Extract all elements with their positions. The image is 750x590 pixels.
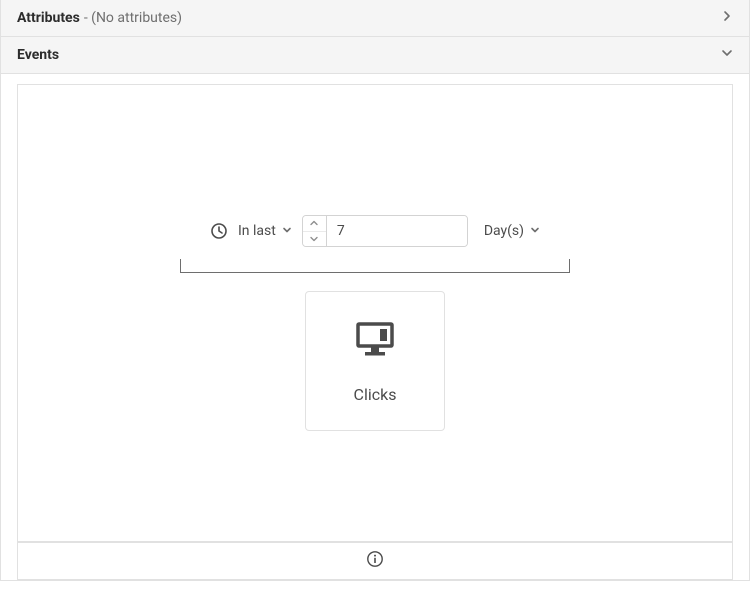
time-unit-dropdown[interactable]: Day(s) [484, 223, 540, 239]
events-title: Events [17, 47, 59, 63]
attributes-panel-header[interactable]: Attributes - (No attributes) [0, 0, 750, 37]
info-bar [17, 542, 733, 580]
stepper-up-button[interactable] [303, 216, 326, 232]
monitor-icon [353, 319, 397, 363]
attributes-title: Attributes [17, 10, 80, 26]
event-card-label: Clicks [354, 385, 397, 404]
chevron-up-icon [310, 220, 318, 226]
chevron-down-icon [310, 236, 318, 242]
stepper-down-button[interactable] [303, 232, 326, 247]
events-panel-header[interactable]: Events [0, 37, 750, 74]
chevron-down-icon [282, 223, 292, 239]
quantity-stepper[interactable]: 7 [302, 215, 468, 247]
time-bracket [180, 259, 570, 273]
time-unit-label: Day(s) [484, 223, 524, 239]
time-range-label: In last [238, 223, 276, 239]
chevron-down-icon [530, 223, 540, 239]
info-icon[interactable] [366, 550, 384, 572]
chevron-right-icon [721, 10, 733, 26]
time-range-dropdown[interactable]: In last [238, 223, 292, 239]
events-panel-body: In last 7 Day(s) [0, 74, 750, 542]
chevron-down-icon [721, 47, 733, 63]
time-filter-row: In last 7 Day(s) [210, 215, 540, 247]
clock-icon [210, 222, 228, 240]
quantity-value[interactable]: 7 [327, 216, 467, 246]
event-card-clicks[interactable]: Clicks [305, 291, 445, 431]
attributes-subtitle: - (No attributes) [84, 10, 182, 26]
events-canvas: In last 7 Day(s) [17, 84, 733, 542]
